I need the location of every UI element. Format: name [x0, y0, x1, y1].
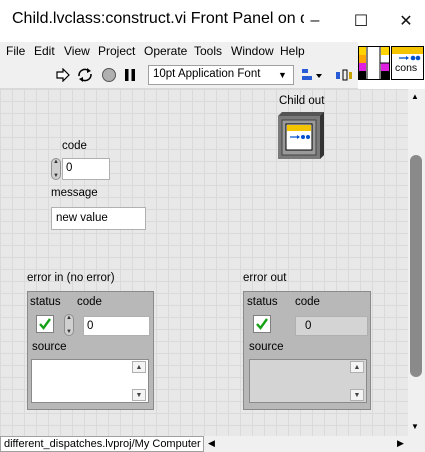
error-out-source-label: source [249, 341, 284, 353]
font-select[interactable]: 10pt Application Font [148, 65, 294, 85]
error-in-code-input[interactable]: 0 [83, 316, 150, 336]
minimize-button[interactable]: – [300, 8, 330, 34]
menu-view[interactable]: View [64, 44, 90, 58]
maximize-button[interactable]: ☐ [346, 8, 376, 34]
scroll-up-icon[interactable]: ▲ [132, 361, 146, 373]
code-input[interactable]: 0 [62, 158, 110, 180]
align-objects-icon[interactable] [300, 66, 326, 84]
child-out-label: Child out [279, 95, 325, 107]
scroll-down-icon[interactable]: ▼ [132, 389, 146, 401]
distribute-objects-icon[interactable] [334, 66, 354, 84]
vertical-scroll-thumb[interactable] [410, 155, 422, 377]
vi-icon[interactable]: cons [391, 46, 424, 80]
scroll-up-icon[interactable]: ▲ [411, 92, 419, 101]
scroll-corner [408, 436, 425, 452]
window-title: Child.lvclass:construct.vi Front Panel o… [12, 10, 304, 27]
error-in-label: error in (no error) [27, 272, 115, 284]
menu-edit[interactable]: Edit [34, 44, 55, 58]
project-path-status: different_dispatches.lvproj/My Computer [0, 436, 204, 452]
scroll-right-icon[interactable]: ▶ [397, 438, 404, 449]
message-label: message [51, 187, 98, 199]
menu-help[interactable]: Help [280, 44, 305, 58]
error-out-code-indicator: 0 [295, 316, 368, 336]
menu-window[interactable]: Window [231, 44, 274, 58]
menu-file[interactable]: File [6, 44, 25, 58]
error-out-status-led [253, 315, 271, 333]
scroll-up-icon[interactable]: ▲ [350, 361, 364, 373]
menu-operate[interactable]: Operate [144, 44, 187, 58]
check-icon [256, 318, 268, 330]
horizontal-scrollbar[interactable] [204, 436, 408, 452]
menu-project[interactable]: Project [98, 44, 135, 58]
chevron-down-icon: ▼ [278, 70, 287, 80]
abort-icon[interactable] [100, 66, 118, 84]
error-in-code-stepper[interactable]: ▲ ▼ [64, 314, 74, 336]
error-in-status-label: status [30, 296, 61, 308]
error-in-status-checkbox[interactable] [36, 315, 54, 333]
message-input[interactable]: new value [51, 207, 146, 230]
error-out-label: error out [243, 272, 287, 284]
child-out-indicator[interactable] [278, 112, 324, 159]
menu-tools[interactable]: Tools [194, 44, 222, 58]
run-continuously-icon[interactable] [76, 66, 94, 84]
error-in-source-label: source [32, 341, 67, 353]
code-increment-decrement[interactable]: ▲ ▼ [51, 158, 61, 180]
error-out-status-label: status [247, 296, 278, 308]
connector-pane[interactable] [358, 46, 390, 80]
close-button[interactable]: ✕ [391, 8, 421, 34]
vi-icon-label: cons [395, 62, 418, 74]
run-arrow-icon[interactable] [54, 66, 72, 84]
error-in-code-label: code [77, 296, 102, 308]
code-label: code [62, 140, 87, 152]
scroll-down-icon[interactable]: ▼ [411, 422, 419, 431]
pause-icon[interactable] [121, 66, 139, 84]
scroll-left-icon[interactable]: ◀ [208, 438, 215, 449]
check-icon [39, 318, 51, 330]
error-out-code-label: code [295, 296, 320, 308]
scroll-down-icon[interactable]: ▼ [350, 389, 364, 401]
